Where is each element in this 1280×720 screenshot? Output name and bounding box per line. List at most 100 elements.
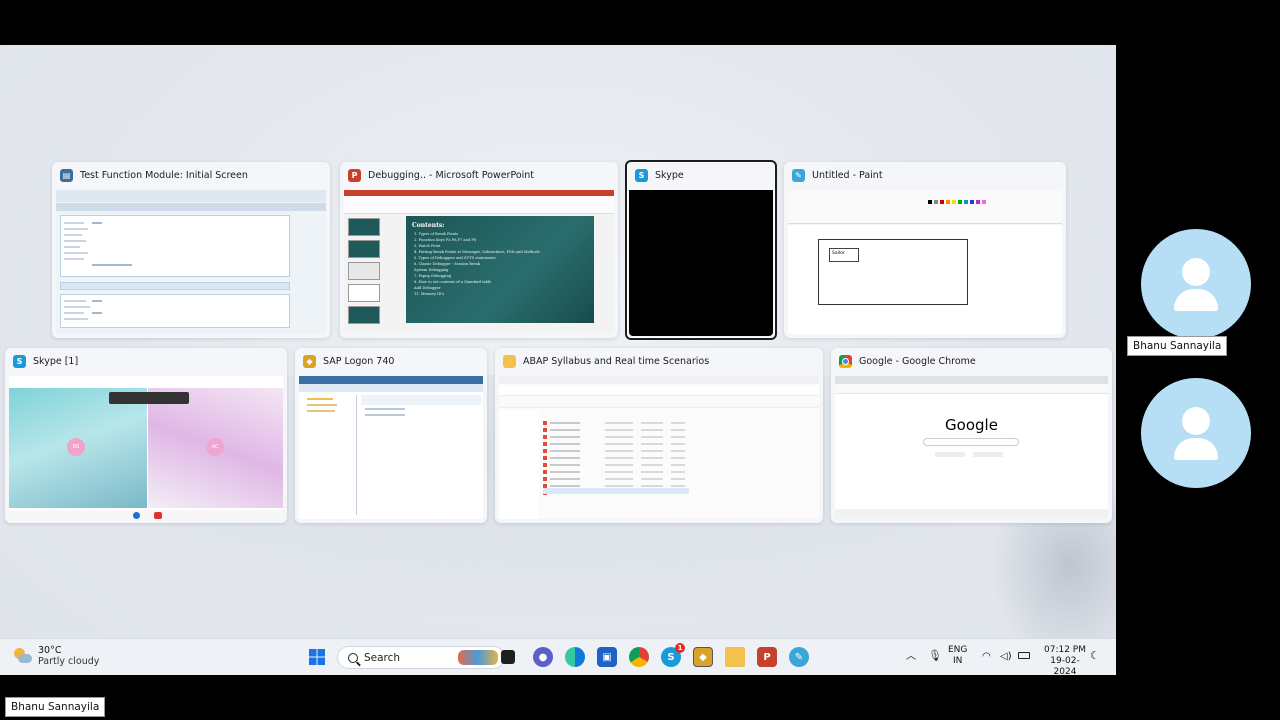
list-item[interactable] bbox=[543, 441, 693, 447]
taskbar-search-box[interactable]: Search bbox=[337, 646, 505, 669]
call-tile-left: BS bbox=[9, 388, 147, 508]
paint-color-palette bbox=[928, 200, 986, 204]
chrome-taskbar-icon[interactable] bbox=[629, 647, 649, 667]
sap-function-module-icon: ▤ bbox=[60, 169, 73, 182]
explorer-tabs bbox=[499, 376, 819, 384]
window-preview: Contents: 1. Types of Break Points 2. Fun… bbox=[344, 190, 614, 334]
wifi-icon[interactable]: ◠ bbox=[982, 651, 991, 662]
list-item[interactable] bbox=[543, 469, 693, 475]
do-not-disturb-icon[interactable]: ☾ bbox=[1090, 650, 1100, 661]
window-thumb-titlebar: ▤ Test Function Module: Initial Screen bbox=[52, 162, 330, 189]
ppt-current-slide: Contents: 1. Types of Break Points 2. Fun… bbox=[406, 216, 594, 323]
window-thumb-test-function-module[interactable]: ▤ Test Function Module: Initial Screen bbox=[52, 162, 330, 338]
list-item[interactable] bbox=[543, 455, 693, 461]
microphone-icon[interactable]: 🎙 bbox=[928, 650, 942, 661]
window-thumb-file-explorer[interactable]: ABAP Syllabus and Real time Scenarios bbox=[495, 348, 823, 523]
edge-icon[interactable] bbox=[565, 647, 585, 667]
window-thumb-skype-1[interactable]: S Skype [1] BS AC bbox=[5, 348, 287, 523]
list-item[interactable] bbox=[543, 427, 693, 433]
list-item[interactable] bbox=[543, 434, 693, 440]
window-preview: Google bbox=[835, 376, 1108, 519]
window-thumb-sap-logon[interactable]: ◆ SAP Logon 740 bbox=[295, 348, 487, 523]
google-footer bbox=[835, 509, 1108, 519]
window-preview bbox=[629, 190, 773, 336]
participant-avatar[interactable] bbox=[1141, 378, 1251, 488]
partly-cloudy-icon bbox=[12, 646, 32, 666]
ppt-slide-thumb bbox=[348, 218, 380, 236]
skype-icon: S bbox=[635, 169, 648, 182]
window-title: Skype bbox=[655, 170, 684, 181]
clock[interactable]: 07:12 PM 19-02-2024 bbox=[1040, 645, 1090, 675]
start-button[interactable] bbox=[307, 647, 327, 667]
list-item[interactable] bbox=[543, 448, 693, 454]
sap-logon-icon: ◆ bbox=[303, 355, 316, 368]
window-thumb-titlebar: S Skype bbox=[627, 162, 775, 189]
google-search-input[interactable] bbox=[923, 438, 1019, 446]
window-thumb-titlebar: ✎ Untitled - Paint bbox=[784, 162, 1066, 189]
window-thumb-titlebar: S Skype [1] bbox=[5, 348, 287, 375]
explorer-address-bar bbox=[499, 386, 819, 396]
task-view-icon[interactable] bbox=[501, 650, 515, 664]
ppt-slide-thumb bbox=[348, 240, 380, 258]
window-title: ABAP Syllabus and Real time Scenarios bbox=[523, 356, 710, 367]
window-preview bbox=[499, 376, 819, 519]
window-title: Untitled - Paint bbox=[812, 170, 883, 181]
weather-condition: Partly cloudy bbox=[38, 656, 100, 667]
window-preview: Sailor bbox=[788, 190, 1062, 334]
participant-initials: AC bbox=[206, 438, 224, 456]
feeling-lucky-button[interactable] bbox=[973, 452, 1003, 457]
window-title: Skype [1] bbox=[33, 356, 79, 367]
list-item[interactable] bbox=[543, 476, 693, 482]
clock-time: 07:12 PM bbox=[1044, 645, 1086, 655]
windows-taskbar: 30°C Partly cloudy Search ● ▣ S 1 ◆ P ✎ … bbox=[0, 638, 1116, 675]
chrome-tabstrip bbox=[835, 376, 1108, 384]
window-thumb-titlebar: ◆ SAP Logon 740 bbox=[295, 348, 487, 375]
battery-icon[interactable] bbox=[1018, 652, 1030, 659]
ppt-slide-thumb bbox=[348, 306, 380, 324]
paint-canvas[interactable]: Sailor bbox=[818, 239, 968, 305]
chat-icon[interactable]: ● bbox=[533, 647, 553, 667]
ppt-slide-thumb bbox=[348, 262, 380, 280]
sap-logon-taskbar-icon[interactable]: ◆ bbox=[693, 647, 713, 667]
volume-icon[interactable]: ◁) bbox=[1000, 651, 1012, 662]
store-icon[interactable]: ▣ bbox=[597, 647, 617, 667]
skype-icon: S bbox=[13, 355, 26, 368]
window-title: Debugging.. - Microsoft PowerPoint bbox=[368, 170, 535, 181]
person-icon bbox=[1182, 258, 1210, 286]
powerpoint-taskbar-icon[interactable]: P bbox=[757, 647, 777, 667]
search-icon bbox=[348, 652, 358, 663]
chrome-omnibox-bar bbox=[835, 384, 1108, 394]
sap-import-panel bbox=[60, 215, 290, 277]
weather-widget[interactable]: 30°C Partly cloudy bbox=[12, 645, 99, 667]
presenter-name-tag: Bhanu Sannayila bbox=[5, 697, 106, 717]
search-label: Search bbox=[364, 651, 401, 664]
window-preview bbox=[299, 376, 483, 519]
explorer-nav-pane bbox=[499, 410, 539, 519]
screen-share-stage: ▤ Test Function Module: Initial Screen P… bbox=[0, 0, 1280, 720]
weather-temperature: 30°C bbox=[38, 645, 62, 656]
window-thumb-chrome[interactable]: Google - Google Chrome Google bbox=[831, 348, 1112, 523]
call-controls-bar bbox=[9, 510, 283, 519]
window-title: SAP Logon 740 bbox=[323, 356, 395, 367]
google-search-button[interactable] bbox=[935, 452, 965, 457]
window-preview bbox=[56, 190, 326, 334]
chevron-up-icon[interactable]: ︿ bbox=[906, 651, 916, 662]
file-explorer-taskbar-icon[interactable] bbox=[725, 647, 745, 667]
slide-bullet-list: 1. Types of Break Points 2. Function Keys… bbox=[414, 231, 589, 297]
chrome-icon bbox=[839, 355, 852, 368]
list-item[interactable] bbox=[543, 462, 693, 468]
paint-ribbon bbox=[788, 190, 1062, 224]
window-thumb-powerpoint[interactable]: P Debugging.. - Microsoft PowerPoint Con… bbox=[340, 162, 618, 338]
skype-taskbar-icon[interactable]: S 1 bbox=[661, 643, 685, 667]
participant-avatar[interactable] bbox=[1141, 229, 1251, 339]
skype-unread-badge: 1 bbox=[675, 643, 685, 653]
window-thumb-paint[interactable]: ✎ Untitled - Paint Sailor bbox=[784, 162, 1066, 338]
language-top: ENG bbox=[948, 645, 968, 655]
window-thumb-titlebar: P Debugging.. - Microsoft PowerPoint bbox=[340, 162, 618, 189]
slide-heading: Contents: bbox=[412, 222, 445, 229]
list-item[interactable] bbox=[543, 420, 693, 426]
window-thumb-skype[interactable]: S Skype bbox=[625, 160, 777, 340]
language-indicator[interactable]: ENG IN bbox=[948, 645, 967, 667]
call-notification bbox=[109, 392, 189, 404]
paint-taskbar-icon[interactable]: ✎ bbox=[789, 647, 809, 667]
